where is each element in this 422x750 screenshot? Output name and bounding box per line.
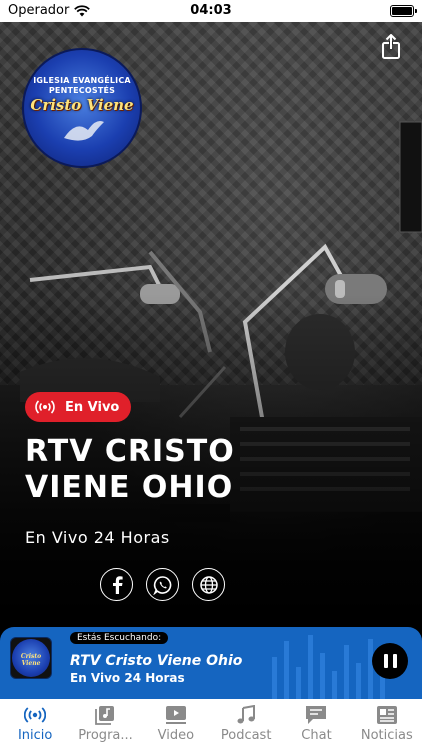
player-title: RTV Cristo Viene Ohio xyxy=(70,653,243,669)
station-title: RTV CRISTO VIENE OHIO xyxy=(25,434,235,505)
station-artwork: Cristo Viene xyxy=(10,637,52,679)
clock: 04:03 xyxy=(190,3,232,18)
tab-noticias[interactable]: Noticias xyxy=(352,699,422,750)
tab-programacion[interactable]: Progra... xyxy=(70,699,140,750)
broadcast-icon xyxy=(35,400,55,414)
whatsapp-icon xyxy=(152,575,171,595)
music-note-icon xyxy=(234,704,258,726)
newspaper-icon xyxy=(375,704,399,726)
tab-chat[interactable]: Chat xyxy=(281,699,351,750)
tab-inicio[interactable]: Inicio xyxy=(0,699,70,750)
battery-icon xyxy=(390,5,417,17)
status-bar: Operador 04:03 xyxy=(0,0,422,22)
tab-video[interactable]: Video xyxy=(141,699,211,750)
live-badge-label: En Vivo xyxy=(65,399,120,415)
tab-label: Inicio xyxy=(17,728,53,743)
video-icon xyxy=(164,704,188,726)
pause-icon xyxy=(383,654,388,668)
player-subtitle: En Vivo 24 Horas xyxy=(70,671,185,685)
logo-line-1: IGLESIA EVANGÉLICA xyxy=(33,76,131,85)
logo-line-2: PENTECOSTÉS xyxy=(48,86,116,95)
pause-button[interactable] xyxy=(372,643,408,679)
church-logo: IGLESIA EVANGÉLICA PENTECOSTÉS Cristo Vi… xyxy=(22,48,142,168)
share-icon[interactable] xyxy=(380,34,402,60)
dove-icon xyxy=(64,121,104,141)
facebook-icon xyxy=(112,575,123,594)
facebook-button[interactable] xyxy=(100,568,133,601)
hero-section: IGLESIA EVANGÉLICA PENTECOSTÉS Cristo Vi… xyxy=(0,22,422,627)
chat-icon xyxy=(304,704,328,726)
tab-bar: Inicio Progra... Video Podcast Chat Noti… xyxy=(0,699,422,750)
tab-label: Chat xyxy=(301,728,332,743)
live-badge: En Vivo xyxy=(25,392,132,422)
website-button[interactable] xyxy=(192,568,225,601)
artwork-logo-text: Cristo Viene xyxy=(20,653,42,667)
listening-label: Estás Escuchando: xyxy=(70,632,169,644)
broadcast-icon xyxy=(23,704,47,726)
tab-label: Progra... xyxy=(78,728,133,743)
tab-label: Podcast xyxy=(220,728,272,743)
tab-label: Noticias xyxy=(360,728,413,743)
tab-podcast[interactable]: Podcast xyxy=(211,699,281,750)
whatsapp-button[interactable] xyxy=(146,568,179,601)
social-links xyxy=(100,568,225,601)
tab-label: Video xyxy=(157,728,195,743)
playlist-icon xyxy=(93,704,117,726)
logo-line-3: Cristo Viene xyxy=(30,96,134,114)
globe-icon xyxy=(199,575,218,594)
station-subtitle: En Vivo 24 Horas xyxy=(25,528,170,547)
now-playing-bar[interactable]: Cristo Viene Estás Escuchando: RTV Crist… xyxy=(0,627,422,699)
